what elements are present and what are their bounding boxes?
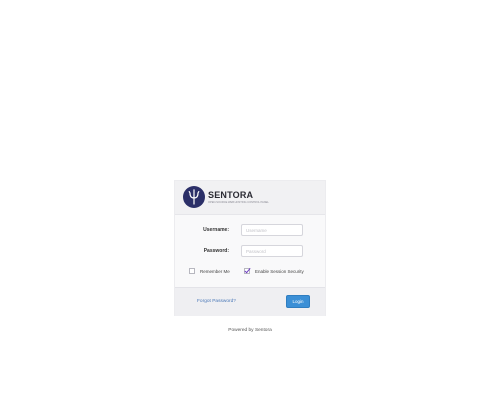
- login-page: SENTORA OPEN-SOURCE WEB HOSTING CONTROL …: [0, 0, 500, 417]
- session-security-label: Enable Session Security: [255, 268, 304, 274]
- forgot-password-link[interactable]: Forgot Password?: [197, 299, 236, 304]
- powered-by-prefix: Powered by: [228, 328, 254, 333]
- session-security-checkbox[interactable]: [244, 268, 250, 274]
- remember-me-checkbox[interactable]: [189, 268, 195, 274]
- brand-name: SENTORA: [208, 190, 254, 200]
- username-input[interactable]: [241, 224, 303, 236]
- remember-me-row: Remember Me: [189, 267, 230, 275]
- powered-by: Powered by Sentora: [174, 328, 326, 333]
- brand-tagline: OPEN-SOURCE WEB HOSTING CONTROL PANEL: [208, 201, 269, 204]
- password-input[interactable]: [241, 245, 303, 257]
- login-button[interactable]: Login: [286, 295, 310, 308]
- sentora-link[interactable]: Sentora: [255, 328, 272, 333]
- password-label: Password:: [203, 248, 229, 254]
- username-label: Username:: [203, 227, 229, 233]
- login-header: SENTORA OPEN-SOURCE WEB HOSTING CONTROL …: [175, 181, 325, 215]
- session-security-row: Enable Session Security: [244, 267, 304, 275]
- login-panel: SENTORA OPEN-SOURCE WEB HOSTING CONTROL …: [174, 180, 326, 316]
- login-footer: Forgot Password? Login: [175, 287, 325, 316]
- remember-me-label: Remember Me: [200, 268, 230, 274]
- trident-icon: [183, 186, 205, 208]
